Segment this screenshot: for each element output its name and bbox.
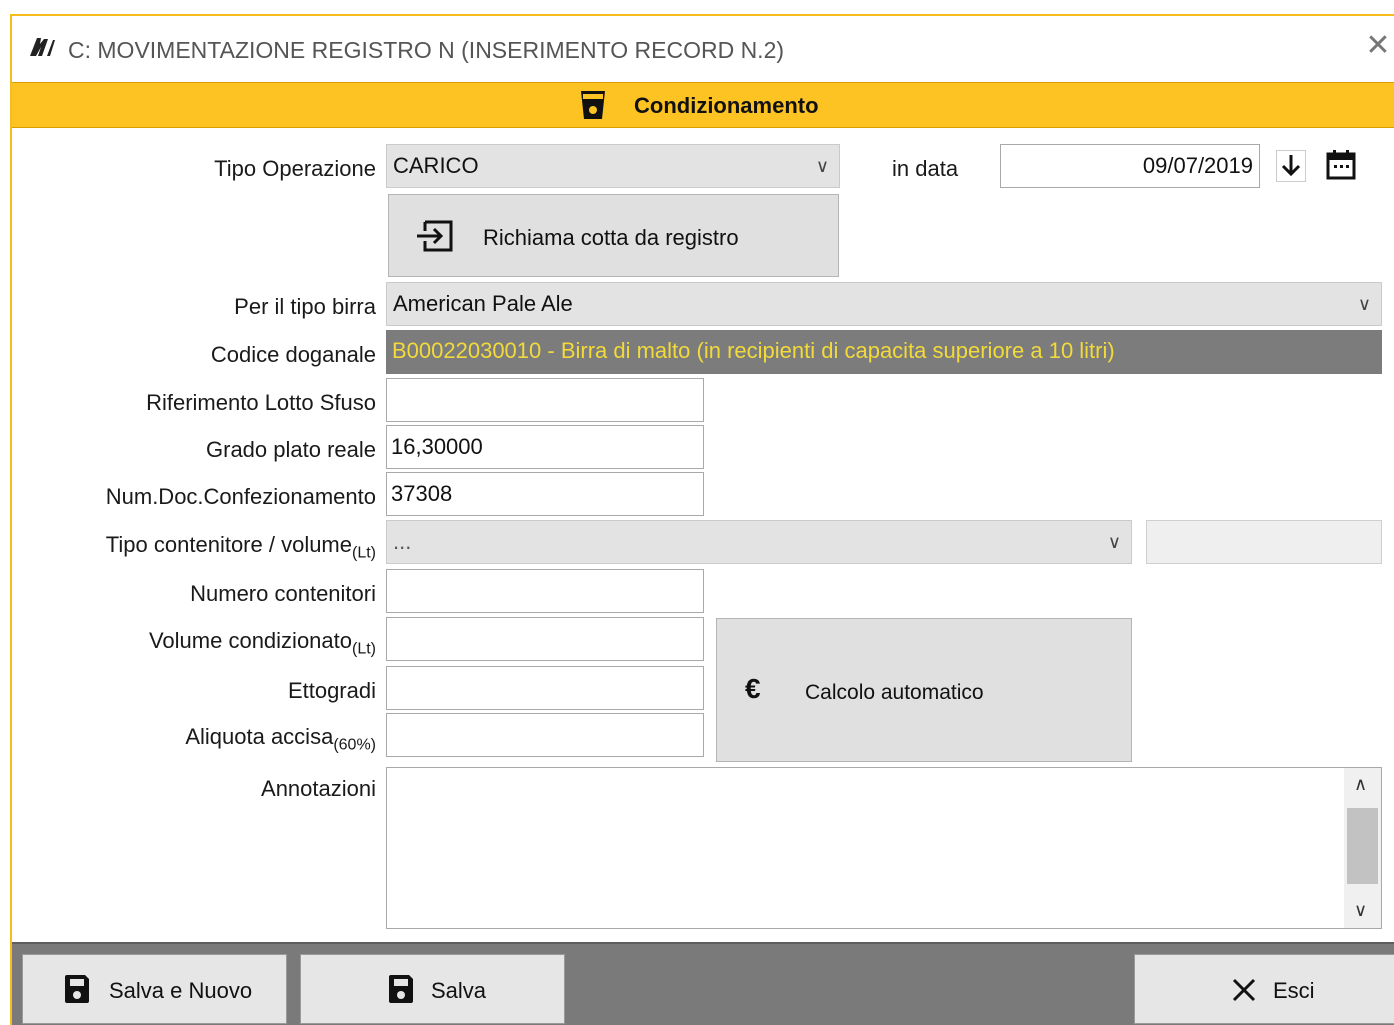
riferimento-lotto-input[interactable]	[386, 378, 704, 422]
grado-plato-input[interactable]: 16,30000	[386, 425, 704, 469]
euro-icon: €	[745, 673, 761, 704]
tipo-birra-label: Per il tipo birra	[234, 294, 376, 319]
grado-plato-label: Grado plato reale	[206, 437, 376, 462]
tipo-operazione-select[interactable]: CARICO ∨	[386, 144, 840, 188]
salva-label: Salva	[431, 978, 487, 1003]
section-header: Condizionamento	[12, 82, 1394, 128]
tipo-birra-select[interactable]: American Pale Ale ∨	[386, 282, 1382, 326]
scrollbar-thumb[interactable]	[1347, 808, 1378, 884]
floppy-disk-icon	[65, 975, 89, 1003]
tipo-contenitore-label: Tipo contenitore / volume(Lt)	[106, 532, 376, 562]
salva-e-nuovo-button[interactable]: Salva e Nuovo	[22, 954, 287, 1024]
bottom-toolbar: Salva e Nuovo Salva Esci	[12, 942, 1394, 1025]
volume-condizionato-unit: (Lt)	[352, 640, 376, 658]
annotazioni-scrollbar[interactable]: ∧ ∨	[1344, 768, 1381, 928]
floppy-disk-icon	[389, 975, 413, 1003]
richiama-cotta-label: Richiama cotta da registro	[483, 225, 739, 250]
cup-icon	[581, 91, 605, 119]
aliquota-accisa-input[interactable]	[386, 713, 704, 757]
volume-contenitore-field	[1146, 520, 1382, 564]
aliquota-accisa-label: Aliquota accisa(60%)	[185, 724, 376, 754]
tipo-contenitore-unit: (Lt)	[352, 544, 376, 562]
date-field[interactable]: 09/07/2019	[1000, 144, 1260, 188]
calcolo-automatico-button[interactable]: € Calcolo automatico	[716, 618, 1132, 762]
tipo-contenitore-value: ...	[393, 529, 412, 554]
volume-condizionato-text: Volume condizionato	[148, 628, 352, 653]
annotazioni-textarea[interactable]	[386, 767, 1382, 929]
volume-condizionato-label: Volume condizionato(Lt)	[149, 628, 376, 658]
ettogradi-input[interactable]	[386, 666, 704, 710]
ettogradi-label: Ettogradi	[287, 678, 376, 703]
tipo-operazione-label: Tipo Operazione	[214, 156, 376, 181]
aliquota-accisa-unit: (60%)	[333, 736, 376, 754]
riferimento-lotto-label: Riferimento Lotto Sfuso	[146, 390, 376, 415]
tipo-birra-value: American Pale Ale	[393, 291, 573, 316]
annotazioni-label: Annotazioni	[261, 776, 376, 801]
title-bar: C: MOVIMENTAZIONE REGISTRO N (INSERIMENT…	[12, 16, 1394, 82]
esci-button[interactable]: Esci	[1134, 954, 1394, 1024]
tipo-operazione-value: CARICO	[393, 153, 479, 178]
window-title: C: MOVIMENTAZIONE REGISTRO N (INSERIMENT…	[68, 37, 785, 63]
chevron-down-icon: ∨	[815, 156, 829, 176]
close-icon[interactable]: ✕	[1364, 31, 1392, 61]
codice-doganale-value: B00022030010 - Birra di malto (in recipi…	[386, 330, 1382, 374]
import-icon	[417, 220, 453, 252]
scroll-down-icon[interactable]: ∨	[1354, 900, 1367, 921]
numero-contenitori-input[interactable]	[386, 569, 704, 613]
aliquota-accisa-text: Aliquota accisa	[185, 724, 334, 749]
in-data-label: in data	[892, 156, 959, 181]
salva-e-nuovo-label: Salva e Nuovo	[109, 978, 253, 1003]
arrow-down-icon[interactable]	[1276, 150, 1306, 182]
tipo-contenitore-text: Tipo contenitore / volume	[105, 532, 352, 557]
date-value: 09/07/2019	[1142, 153, 1253, 178]
close-icon	[1232, 978, 1256, 1002]
salva-button[interactable]: Salva	[300, 954, 565, 1024]
codice-doganale-label: Codice doganale	[210, 342, 376, 367]
chevron-down-icon: ∨	[1107, 532, 1121, 552]
scroll-up-icon[interactable]: ∧	[1354, 774, 1367, 795]
app-logo-icon	[30, 38, 55, 56]
esci-label: Esci	[1273, 978, 1315, 1003]
section-title: Condizionamento	[634, 93, 819, 118]
calendar-icon[interactable]	[1324, 148, 1358, 182]
richiama-cotta-button[interactable]: Richiama cotta da registro	[388, 194, 839, 277]
calcolo-automatico-label: Calcolo automatico	[805, 681, 984, 704]
dialog-window: C: MOVIMENTAZIONE REGISTRO N (INSERIMENT…	[10, 14, 1394, 1025]
tipo-contenitore-select[interactable]: ... ∨	[386, 520, 1132, 564]
num-doc-input[interactable]: 37308	[386, 472, 704, 516]
num-doc-label: Num.Doc.Confezionamento	[105, 484, 376, 509]
numero-contenitori-label: Numero contenitori	[190, 581, 376, 606]
volume-condizionato-input[interactable]	[386, 617, 704, 661]
chevron-down-icon: ∨	[1357, 294, 1371, 314]
